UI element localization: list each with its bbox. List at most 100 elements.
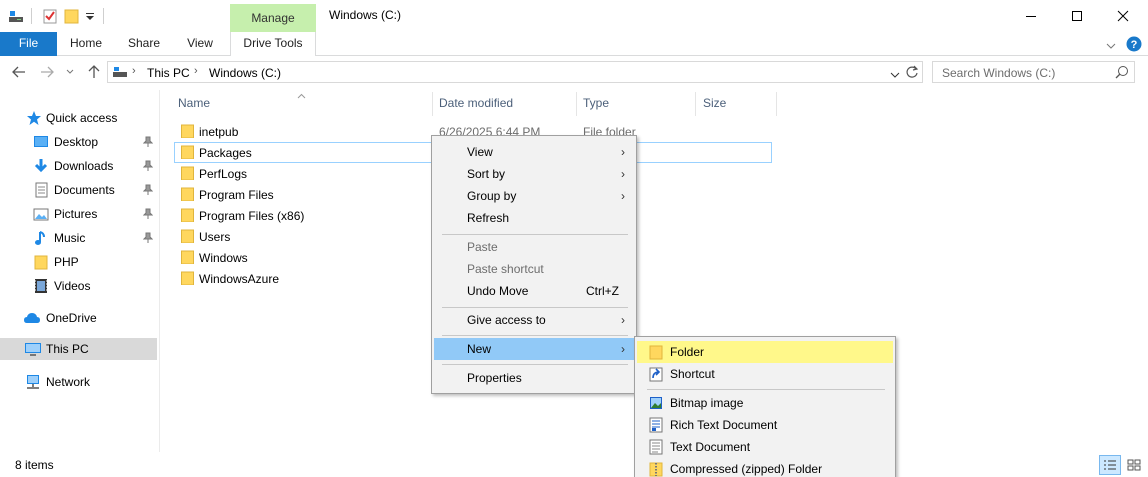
status-bar: 8 items [0, 452, 1148, 477]
nav-network[interactable]: Network [0, 371, 157, 393]
back-button[interactable] [10, 63, 28, 81]
up-button[interactable] [85, 63, 103, 81]
nav-item-php[interactable]: PHP [0, 251, 157, 273]
minimize-button[interactable] [1008, 0, 1054, 32]
menu-label: Refresh [467, 211, 510, 225]
maximize-icon [1072, 11, 1082, 21]
folder-icon [33, 254, 49, 270]
forward-button[interactable] [38, 63, 56, 81]
chevron-down-icon [66, 69, 74, 74]
address-bar[interactable]: › This PC › Windows (C:) [107, 61, 923, 83]
maximize-button[interactable] [1054, 0, 1100, 32]
pictures-icon [33, 206, 49, 222]
customize-quick-access-icon[interactable] [84, 8, 100, 24]
pin-icon [142, 232, 154, 244]
nav-item-desktop[interactable]: Desktop [0, 131, 157, 153]
properties-icon[interactable] [42, 8, 58, 24]
menu-item-new-text-document[interactable]: Text Document [637, 436, 893, 458]
search-input[interactable]: Search Windows (C:) [942, 66, 1055, 80]
menu-item-properties[interactable]: Properties [434, 367, 634, 389]
folder-icon [181, 187, 195, 201]
text-document-icon [649, 439, 663, 455]
folder-icon [181, 271, 195, 285]
search-icon[interactable] [1115, 65, 1129, 82]
up-arrow-icon [88, 65, 100, 78]
file-name: Program Files (x86) [199, 209, 305, 223]
tab-view[interactable]: View [178, 32, 222, 56]
menu-label: Group by [467, 189, 517, 203]
tab-share[interactable]: Share [120, 32, 168, 56]
close-button[interactable] [1100, 0, 1146, 32]
breadcrumb-windows-c[interactable]: Windows (C:) [209, 66, 281, 80]
folder-icon [181, 229, 195, 243]
nav-quick-access[interactable]: Quick access [0, 107, 157, 129]
menu-item-view[interactable]: View › [434, 141, 634, 163]
nav-label: Documents [54, 183, 115, 197]
nav-label: OneDrive [46, 311, 97, 325]
file-name: inetpub [199, 125, 239, 139]
nav-item-videos[interactable]: Videos [0, 275, 157, 297]
address-dropdown-icon[interactable] [890, 68, 900, 82]
search-box[interactable]: Search Windows (C:) [932, 61, 1135, 83]
large-icons-view-button[interactable] [1123, 455, 1145, 475]
pin-icon [142, 208, 154, 220]
menu-label: Give access to [467, 313, 546, 327]
new-folder-icon[interactable] [64, 8, 80, 24]
menu-separator [647, 389, 885, 390]
bitmap-image-icon [649, 395, 663, 411]
breadcrumb-this-pc[interactable]: This PC [147, 66, 190, 80]
menu-item-group-by[interactable]: Group by › [434, 185, 634, 207]
menu-item-new-folder[interactable]: Folder [637, 341, 893, 363]
nav-label: Quick access [46, 111, 118, 125]
drive-icon[interactable] [8, 8, 24, 24]
nav-onedrive[interactable]: OneDrive [0, 307, 157, 329]
menu-item-new-rich-text-document[interactable]: Rich Text Document [637, 414, 893, 436]
svg-text:?: ? [1131, 39, 1138, 51]
tab-file[interactable]: File [0, 32, 57, 56]
refresh-icon[interactable] [905, 65, 919, 82]
nav-label: Desktop [54, 135, 99, 149]
menu-item-new[interactable]: New › [434, 338, 634, 360]
tab-home[interactable]: Home [62, 32, 110, 56]
menu-item-paste-shortcut[interactable]: Paste shortcut [434, 258, 634, 280]
menu-item-new-shortcut[interactable]: Shortcut [637, 363, 893, 385]
column-header-size[interactable]: Size [703, 96, 726, 110]
details-view-button[interactable] [1099, 455, 1121, 475]
nav-item-music[interactable]: Music [0, 227, 157, 249]
menu-item-give-access-to[interactable]: Give access to › [434, 309, 634, 331]
recent-locations-button[interactable] [64, 63, 76, 81]
column-header-date-modified[interactable]: Date modified [439, 96, 513, 110]
expand-ribbon-icon[interactable] [1106, 39, 1116, 53]
help-icon[interactable]: ? [1126, 36, 1142, 55]
ribbon-controls: ? [1106, 36, 1142, 55]
tab-drive-tools[interactable]: Drive Tools [230, 32, 316, 56]
file-name: WindowsAzure [199, 272, 280, 286]
nav-label: Downloads [54, 159, 114, 173]
new-submenu: Folder Shortcut Bitmap image Rich Text D… [634, 336, 896, 477]
menu-separator [442, 307, 628, 308]
menu-shortcut: Ctrl+Z [586, 284, 619, 298]
menu-item-refresh[interactable]: Refresh [434, 207, 634, 229]
zip-folder-icon [649, 461, 663, 477]
shortcut-icon [649, 366, 663, 382]
menu-item-new-compressed-folder[interactable]: Compressed (zipped) Folder [637, 458, 893, 477]
file-name: PerfLogs [199, 167, 248, 181]
folder-icon [181, 145, 195, 159]
menu-item-new-bitmap-image[interactable]: Bitmap image [637, 392, 893, 414]
nav-item-pictures[interactable]: Pictures [0, 203, 157, 225]
nav-item-documents[interactable]: Documents [0, 179, 157, 201]
file-name: Program Files [199, 188, 274, 202]
menu-label: Undo Move [467, 284, 529, 298]
explorer-window: Manage Windows (C:) File Home Share View… [0, 0, 1148, 477]
menu-item-undo-move[interactable]: Undo Move Ctrl+Z [434, 280, 634, 302]
menu-item-paste[interactable]: Paste [434, 236, 634, 258]
column-header-type[interactable]: Type [583, 96, 609, 110]
menu-item-sort-by[interactable]: Sort by › [434, 163, 634, 185]
this-pc-icon [112, 65, 128, 82]
menu-separator [442, 234, 628, 235]
rich-text-document-icon [649, 417, 663, 433]
menu-label: Properties [467, 371, 522, 385]
nav-item-downloads[interactable]: Downloads [0, 155, 157, 177]
column-header-name[interactable]: Name [178, 96, 210, 110]
nav-this-pc[interactable]: This PC [0, 338, 157, 360]
